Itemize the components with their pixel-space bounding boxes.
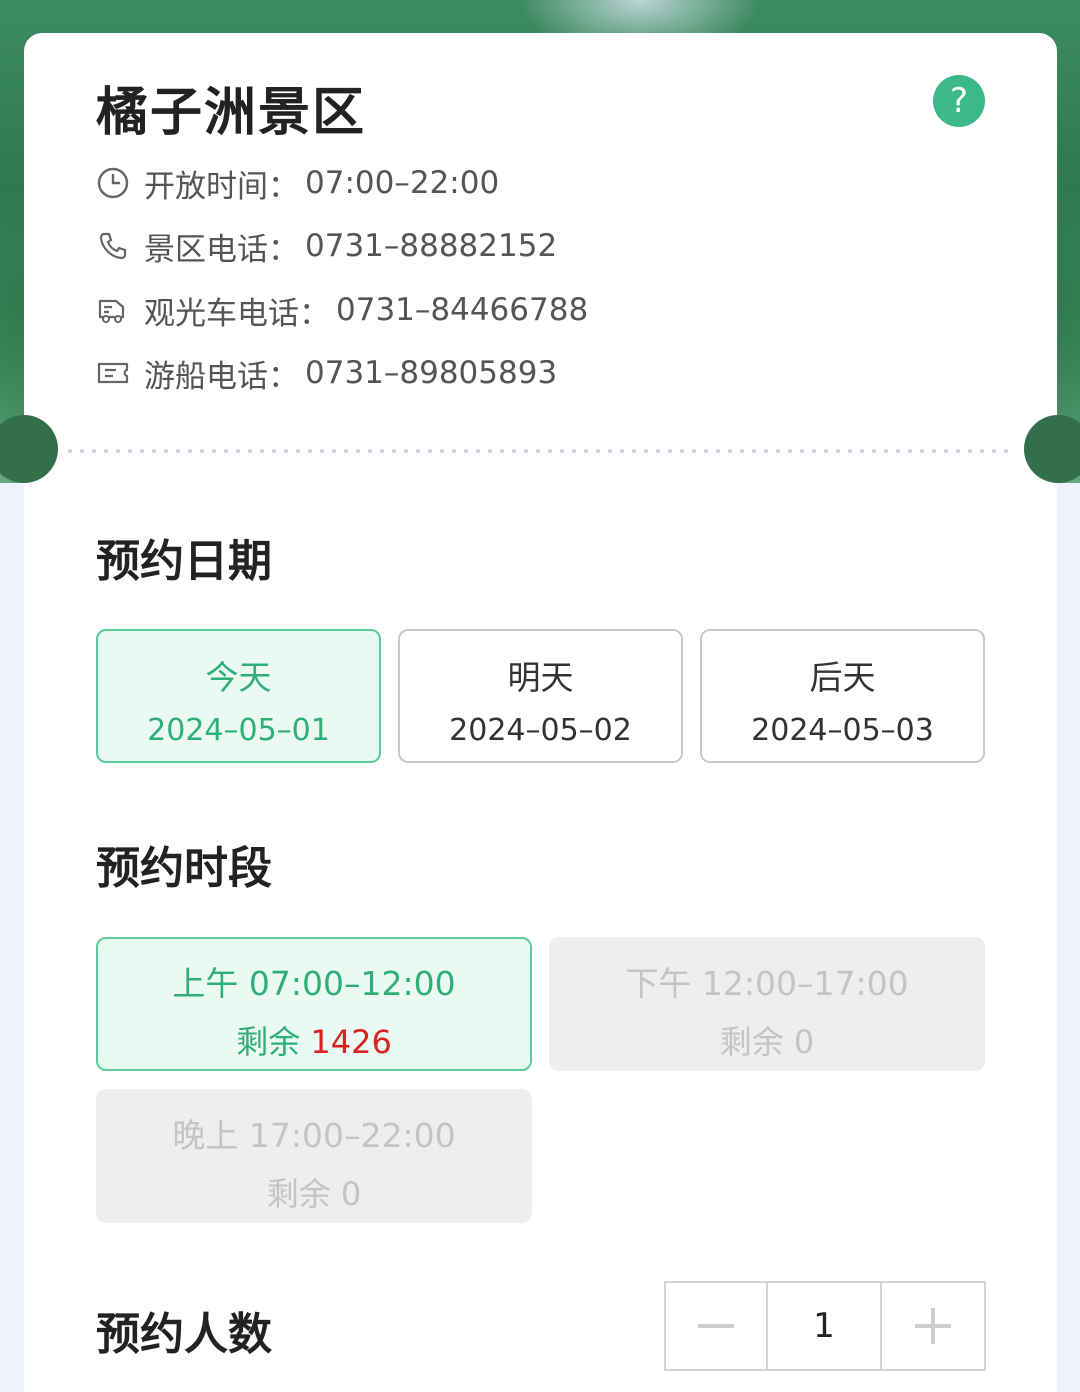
date-value: 2024–05–01 — [147, 713, 330, 748]
slot-remaining: 剩余 0 — [96, 1169, 532, 1215]
phone-icon — [96, 229, 130, 263]
slot-remaining: 剩余 0 — [549, 1017, 985, 1063]
bus-label: 观光车电话： — [144, 295, 330, 332]
ticket-icon — [96, 356, 130, 390]
date-section-title: 预约日期 — [96, 536, 272, 587]
slot-afternoon: 下午 12:00–17:00 剩余 0 — [549, 937, 985, 1071]
date-day: 今天 — [205, 658, 272, 697]
slot-evening: 晚上 17:00–22:00 剩余 0 — [96, 1089, 532, 1223]
remaining-count: 1426 — [310, 1023, 392, 1061]
slot-morning[interactable]: 上午 07:00–12:00 剩余 1426 — [96, 937, 532, 1071]
hours-label: 开放时间： — [144, 168, 299, 205]
date-day: 后天 — [809, 658, 876, 697]
slot-label: 晚上 17:00–22:00 — [172, 1116, 456, 1155]
date-option-today[interactable]: 今天 2024–05–01 — [96, 629, 381, 763]
clock-icon — [96, 166, 130, 200]
scenic-title: 橘子洲景区 — [96, 83, 367, 143]
dotted-divider — [64, 449, 1016, 453]
info-row-bus[interactable]: 观光车电话： 0731–84466788 — [96, 290, 589, 332]
slot-label: 上午 07:00–12:00 — [172, 964, 456, 1003]
plus-icon — [915, 1308, 951, 1344]
remaining-label: 剩余 — [236, 1023, 301, 1061]
info-row-hours: 开放时间： 07:00–22:00 — [96, 163, 500, 205]
time-section-title: 预约时段 — [96, 843, 272, 894]
bus-value: 0731–84466788 — [336, 292, 589, 328]
boat-label: 游船电话： — [144, 358, 299, 395]
info-row-phone[interactable]: 景区电话： 0731–88882152 — [96, 226, 558, 268]
decrement-button[interactable] — [666, 1283, 768, 1369]
date-option-day-after[interactable]: 后天 2024–05–03 — [700, 629, 985, 763]
date-value: 2024–05–03 — [751, 713, 934, 748]
date-day: 明天 — [507, 658, 574, 697]
info-row-boat[interactable]: 游船电话： 0731–89805893 — [96, 353, 558, 395]
boat-value: 0731–89805893 — [305, 355, 558, 391]
phone-value: 0731–88882152 — [305, 228, 558, 264]
minus-icon — [698, 1324, 734, 1328]
remaining-count: 0 — [793, 1023, 815, 1061]
people-count[interactable]: 1 — [768, 1283, 882, 1369]
people-section-title: 预约人数 — [96, 1309, 272, 1360]
people-stepper: 1 — [664, 1281, 986, 1371]
tour-bus-icon — [96, 293, 130, 327]
hours-value: 07:00–22:00 — [305, 165, 500, 201]
slot-remaining: 剩余 1426 — [98, 1017, 530, 1063]
remaining-count: 0 — [340, 1175, 362, 1213]
date-value: 2024–05–02 — [449, 713, 632, 748]
slot-label: 下午 12:00–17:00 — [625, 964, 909, 1003]
help-icon[interactable]: ? — [933, 75, 985, 127]
remaining-label: 剩余 — [719, 1023, 784, 1061]
phone-label: 景区电话： — [144, 231, 299, 268]
date-option-tomorrow[interactable]: 明天 2024–05–02 — [398, 629, 683, 763]
remaining-label: 剩余 — [266, 1175, 331, 1213]
increment-button[interactable] — [882, 1283, 984, 1369]
